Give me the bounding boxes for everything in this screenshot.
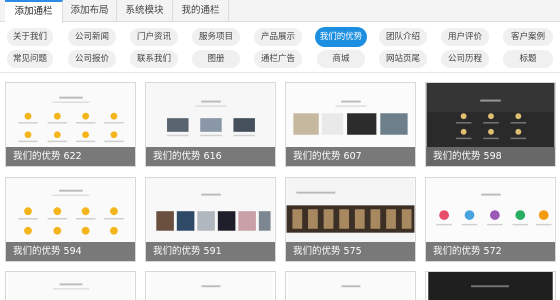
template-caption: 我们的优势 622 [6, 147, 135, 166]
category-history[interactable]: 公司历程 [441, 50, 489, 68]
template-card[interactable]: 我们的优势 616 [145, 82, 276, 167]
template-thumbnail [148, 272, 273, 300]
tab-add-layout[interactable]: 添加布局 [63, 0, 117, 22]
category-portal-news[interactable]: 门户资讯 [130, 28, 178, 46]
template-caption: 我们的优势 591 [146, 242, 275, 261]
category-faq[interactable]: 常见问题 [7, 50, 53, 68]
tab-bar: 添加通栏 添加布局 系统模块 我的通栏 [0, 0, 560, 23]
template-card[interactable]: 我们的优势 591 [145, 177, 276, 262]
category-team[interactable]: 团队介绍 [379, 28, 427, 46]
template-thumbnail [428, 272, 553, 300]
category-about-us[interactable]: 关于我们 [7, 28, 53, 46]
category-shop[interactable]: 商城 [317, 50, 365, 68]
template-card[interactable] [425, 271, 556, 300]
template-card[interactable]: 我们的优势 575 [285, 177, 416, 262]
category-products[interactable]: 产品展示 [254, 28, 302, 46]
template-caption: 我们的优势 572 [426, 242, 555, 261]
template-card[interactable] [285, 271, 416, 300]
divider [0, 72, 560, 73]
tab-my-banners[interactable]: 我的通栏 [173, 0, 229, 22]
category-services[interactable]: 服务项目 [192, 28, 240, 46]
category-reviews[interactable]: 用户评价 [441, 28, 489, 46]
template-thumbnail [8, 272, 133, 300]
template-caption: 我们的优势 575 [286, 242, 415, 261]
template-caption: 我们的优势 607 [286, 147, 415, 166]
category-banner-ads[interactable]: 通栏广告 [254, 50, 302, 68]
template-caption: 我们的优势 594 [6, 242, 135, 261]
template-card[interactable]: 我们的优势 598 [425, 82, 556, 167]
template-card[interactable]: 我们的优势 572 [425, 177, 556, 262]
template-thumbnail [288, 272, 413, 300]
template-card[interactable] [145, 271, 276, 300]
category-cases[interactable]: 客户案例 [503, 28, 553, 46]
category-contact[interactable]: 联系我们 [130, 50, 178, 68]
category-quotes[interactable]: 公司报价 [68, 50, 116, 68]
template-caption: 我们的优势 616 [146, 147, 275, 166]
template-card[interactable] [5, 271, 136, 300]
category-album[interactable]: 图册 [192, 50, 240, 68]
template-card[interactable]: 我们的优势 607 [285, 82, 416, 167]
category-company-news[interactable]: 公司新闻 [68, 28, 116, 46]
template-card[interactable]: 我们的优势 622 [5, 82, 136, 167]
category-title[interactable]: 标题 [503, 50, 553, 68]
template-caption: 我们的优势 598 [426, 147, 555, 166]
template-card[interactable]: 我们的优势 594 [5, 177, 136, 262]
category-our-advantages[interactable]: 我们的优势 [315, 27, 367, 47]
category-footer[interactable]: 网站页尾 [379, 50, 427, 68]
tab-system-modules[interactable]: 系统模块 [117, 0, 173, 22]
tab-add-banner[interactable]: 添加通栏 [5, 0, 63, 23]
